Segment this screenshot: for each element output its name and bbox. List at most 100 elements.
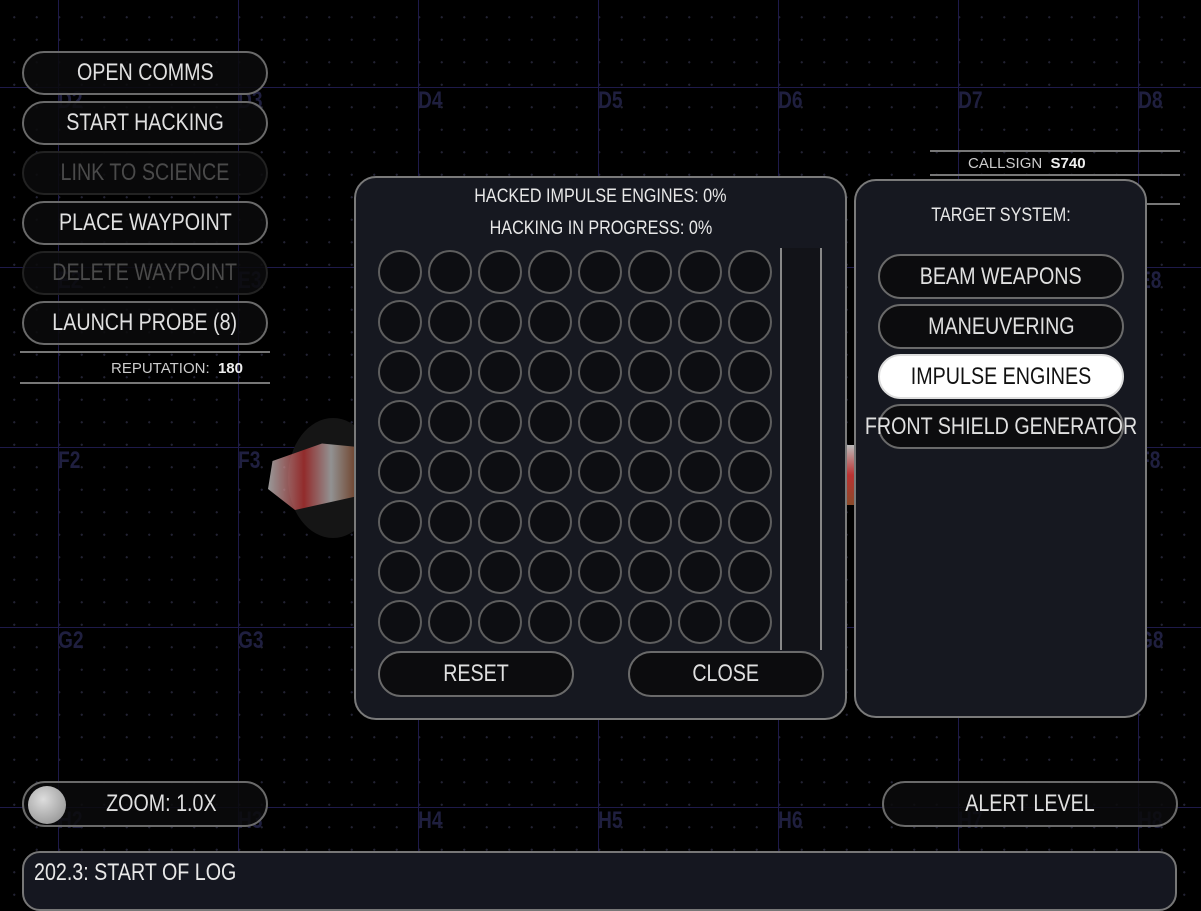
- hack-node[interactable]: [628, 450, 672, 494]
- hack-node[interactable]: [428, 350, 472, 394]
- hack-node[interactable]: [378, 500, 422, 544]
- button-label: OPEN COMMS: [76, 59, 214, 86]
- hack-node[interactable]: [378, 250, 422, 294]
- sidebar-button-delete-waypoint[interactable]: DELETE WAYPOINT: [22, 251, 268, 295]
- hack-node[interactable]: [478, 250, 522, 294]
- hack-node[interactable]: [478, 300, 522, 344]
- sector-label: G3: [238, 627, 264, 654]
- button-label: PLACE WAYPOINT: [58, 209, 232, 236]
- button-label: LAUNCH PROBE (8): [52, 309, 238, 336]
- hack-node[interactable]: [428, 600, 472, 644]
- hack-node[interactable]: [378, 600, 422, 644]
- hack-node[interactable]: [578, 500, 622, 544]
- sector-label: H6: [778, 807, 803, 834]
- hack-node[interactable]: [678, 450, 722, 494]
- reset-button[interactable]: RESET: [378, 651, 574, 697]
- hack-node[interactable]: [578, 450, 622, 494]
- hack-node[interactable]: [478, 450, 522, 494]
- hack-node[interactable]: [528, 300, 572, 344]
- hack-node[interactable]: [728, 250, 772, 294]
- log-panel[interactable]: 202.3: START OF LOG: [22, 851, 1177, 911]
- hacking-progress-bar: [780, 248, 822, 650]
- hack-node[interactable]: [628, 550, 672, 594]
- sidebar-button-launch-probe-8[interactable]: LAUNCH PROBE (8): [22, 301, 268, 345]
- zoom-slider-handle[interactable]: [28, 786, 66, 824]
- hack-node[interactable]: [428, 400, 472, 444]
- hack-node[interactable]: [678, 500, 722, 544]
- hack-node[interactable]: [478, 500, 522, 544]
- hack-node[interactable]: [528, 600, 572, 644]
- hack-node[interactable]: [478, 350, 522, 394]
- hack-node[interactable]: [628, 500, 672, 544]
- hack-node[interactable]: [728, 400, 772, 444]
- hack-node[interactable]: [478, 600, 522, 644]
- hack-node[interactable]: [428, 250, 472, 294]
- sidebar-button-link-to-science[interactable]: LINK TO SCIENCE: [22, 151, 268, 195]
- hack-node[interactable]: [578, 350, 622, 394]
- hack-node[interactable]: [528, 350, 572, 394]
- hack-node[interactable]: [528, 450, 572, 494]
- hack-node[interactable]: [728, 300, 772, 344]
- target-system-front-shield-generator[interactable]: FRONT SHIELD GENERATOR: [865, 404, 1137, 449]
- hack-node[interactable]: [628, 600, 672, 644]
- alert-level-button[interactable]: ALERT LEVEL: [882, 781, 1178, 827]
- target-system-maneuvering[interactable]: MANEUVERING: [878, 304, 1124, 349]
- alert-level-label: ALERT LEVEL: [965, 790, 1095, 817]
- sidebar-button-start-hacking[interactable]: START HACKING: [22, 101, 268, 145]
- reputation-value: 180: [217, 360, 243, 377]
- hack-node[interactable]: [628, 350, 672, 394]
- hack-node[interactable]: [678, 550, 722, 594]
- hack-node[interactable]: [728, 350, 772, 394]
- hack-node[interactable]: [378, 550, 422, 594]
- hack-node[interactable]: [578, 300, 622, 344]
- sector-label: G2: [58, 627, 84, 654]
- system-label: FRONT SHIELD GENERATOR: [864, 412, 1138, 440]
- target-system-beam-weapons[interactable]: BEAM WEAPONS: [878, 254, 1124, 299]
- hack-node[interactable]: [728, 450, 772, 494]
- hacked-status: HACKED IMPULSE ENGINES: 0%: [474, 186, 727, 207]
- hack-node[interactable]: [478, 550, 522, 594]
- hack-node[interactable]: [578, 600, 622, 644]
- divider: [930, 174, 1180, 176]
- hack-node[interactable]: [728, 500, 772, 544]
- hack-node[interactable]: [628, 400, 672, 444]
- hack-node[interactable]: [528, 500, 572, 544]
- hack-node[interactable]: [428, 500, 472, 544]
- hack-node[interactable]: [678, 350, 722, 394]
- hack-node[interactable]: [528, 550, 572, 594]
- hack-node[interactable]: [428, 550, 472, 594]
- sector-label: D4: [418, 87, 443, 114]
- hack-node[interactable]: [678, 250, 722, 294]
- sidebar-button-place-waypoint[interactable]: PLACE WAYPOINT: [22, 201, 268, 245]
- hack-node[interactable]: [378, 350, 422, 394]
- zoom-slider[interactable]: ZOOM: 1.0X: [22, 781, 268, 827]
- hack-node[interactable]: [528, 400, 572, 444]
- sidebar-button-open-comms[interactable]: OPEN COMMS: [22, 51, 268, 95]
- hack-node[interactable]: [578, 550, 622, 594]
- sector-label: F3: [238, 447, 261, 474]
- divider: [930, 150, 1180, 152]
- divider: [20, 382, 270, 384]
- hacking-progress: HACKING IN PROGRESS: 0%: [489, 218, 712, 239]
- hack-node[interactable]: [378, 300, 422, 344]
- hack-node[interactable]: [478, 400, 522, 444]
- hack-node[interactable]: [678, 300, 722, 344]
- hack-node[interactable]: [378, 400, 422, 444]
- hack-node[interactable]: [678, 600, 722, 644]
- close-button[interactable]: CLOSE: [628, 651, 824, 697]
- hack-node[interactable]: [378, 450, 422, 494]
- hack-node[interactable]: [728, 600, 772, 644]
- hack-node[interactable]: [528, 250, 572, 294]
- hack-node[interactable]: [728, 550, 772, 594]
- hack-node[interactable]: [628, 250, 672, 294]
- hack-node[interactable]: [628, 300, 672, 344]
- hack-node[interactable]: [578, 250, 622, 294]
- reputation: REPUTATION: 180: [111, 360, 243, 377]
- hack-node[interactable]: [428, 300, 472, 344]
- button-label: LINK TO SCIENCE: [60, 159, 230, 186]
- hack-node[interactable]: [428, 450, 472, 494]
- button-label: DELETE WAYPOINT: [52, 259, 238, 286]
- hack-node[interactable]: [678, 400, 722, 444]
- hack-node[interactable]: [578, 400, 622, 444]
- target-system-impulse-engines[interactable]: IMPULSE ENGINES: [878, 354, 1124, 399]
